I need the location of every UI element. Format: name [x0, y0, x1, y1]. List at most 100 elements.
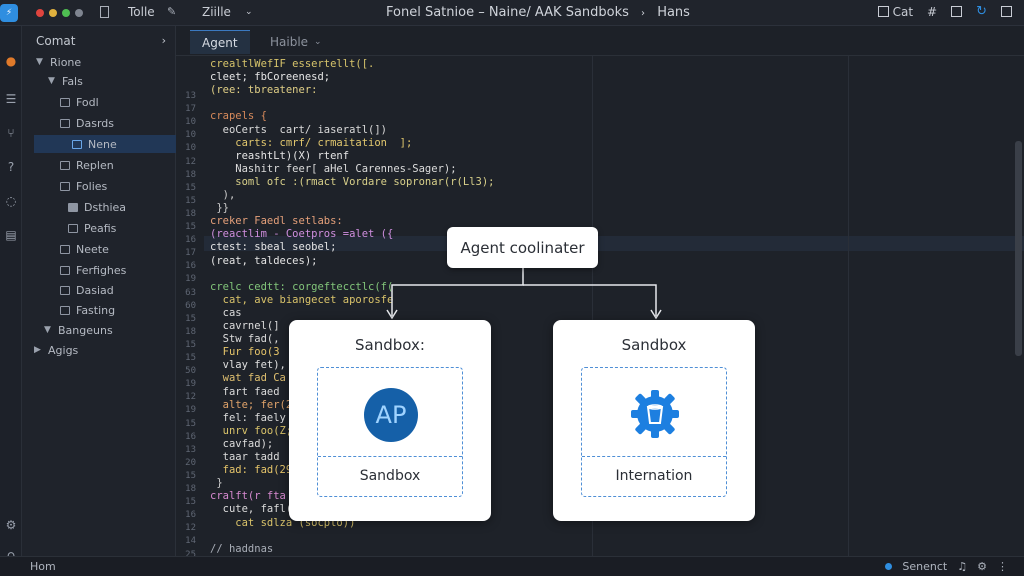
tree-item-file[interactable]: Replen — [60, 156, 114, 174]
settings-small-icon[interactable]: ⚙ — [977, 560, 987, 573]
code-line[interactable]: }} — [210, 202, 229, 214]
firefox-icon[interactable]: ● — [3, 54, 19, 68]
code-line[interactable]: fel: faely — [210, 412, 286, 424]
help-icon[interactable]: ? — [3, 160, 19, 174]
code-line[interactable]: cavfad); — [210, 438, 274, 450]
code-line[interactable]: unrv foo(Z; — [210, 425, 293, 437]
code-line[interactable]: cas — [210, 307, 242, 319]
code-line[interactable]: cat, ave biangecet aporosfe — [210, 294, 394, 306]
line-number: 63 — [185, 287, 196, 298]
line-number: 15 — [185, 353, 196, 363]
layout-icon[interactable] — [951, 6, 963, 17]
chevron-right-icon[interactable]: › — [162, 34, 166, 48]
code-line[interactable]: cavrnel(] — [210, 320, 280, 332]
code-line[interactable]: reashtLt)(X) rtenf — [210, 150, 349, 162]
sidebar-toggle-icon[interactable] — [1001, 6, 1012, 17]
tree-item-file[interactable]: Fodl — [60, 93, 99, 111]
code-line[interactable]: Nashitr feer[ aHel Carennes-Sager); — [210, 163, 456, 175]
tree-item-root[interactable]: ▼ Rione — [36, 53, 81, 71]
edit-icon[interactable]: ✎ — [167, 5, 176, 18]
cast-icon — [877, 6, 889, 17]
cast-label: Cat — [892, 4, 914, 19]
tree-item-folder[interactable]: Dsthiea — [68, 198, 126, 216]
code-line[interactable]: wat fad Ca — [210, 372, 286, 384]
code-line[interactable]: } — [210, 477, 222, 489]
code-line[interactable]: crapels { — [210, 110, 267, 122]
file-icon — [60, 305, 70, 315]
menu-file[interactable]: Tolle — [128, 5, 155, 19]
more-icon[interactable]: ⋮ — [997, 560, 1008, 573]
ap-logo-icon: AP — [364, 388, 418, 442]
tree-item-file[interactable]: Dasrds — [60, 114, 114, 132]
tab-agent[interactable]: Agent — [190, 30, 250, 54]
code-line[interactable]: cute, fafl(L — [210, 503, 299, 515]
code-line[interactable]: (ree: tbreatener: — [210, 84, 317, 96]
breadcrumb[interactable]: Hans — [657, 5, 690, 20]
panel-icon[interactable]: ▤ — [3, 228, 19, 242]
code-line[interactable]: fad: fad(29 — [210, 464, 293, 476]
chat-icon[interactable]: ◌ — [3, 194, 19, 208]
file-icon — [60, 244, 70, 254]
vertical-scrollbar[interactable] — [1015, 141, 1022, 356]
code-line[interactable]: Fur foo(3 — [210, 346, 280, 358]
close-window-dot[interactable] — [36, 8, 44, 17]
agent-coordinator-node[interactable]: Agent coolinater — [447, 227, 598, 268]
tree-item-file[interactable]: Dasiad — [60, 281, 114, 299]
caret-down-icon: ▼ — [48, 76, 55, 86]
code-line[interactable]: taar tadd — [210, 451, 280, 463]
extra-dot[interactable] — [75, 8, 83, 17]
settings-icon[interactable]: ⚙ — [3, 518, 19, 532]
menu-edit[interactable]: Ziille ⌄ — [202, 5, 253, 19]
cast-button[interactable]: Cat — [877, 4, 914, 19]
code-line[interactable]: ctest: sbeal seobel; — [210, 241, 336, 253]
card-inner-label: Internation — [615, 468, 693, 484]
code-line[interactable]: crelc cedtt: corgeftecctlc(f( — [210, 281, 393, 293]
window-controls[interactable] — [36, 8, 83, 17]
tree-item-folder[interactable]: ▶ Agigs — [34, 341, 78, 359]
folder-icon — [68, 202, 78, 212]
code-line[interactable]: cralft(r fta — [210, 490, 286, 502]
code-line[interactable]: // haddnas — [210, 543, 273, 555]
code-line[interactable]: (reactlim - Coetpros =alet ({ — [210, 228, 393, 240]
sync-icon[interactable]: ↻ — [976, 4, 987, 19]
hash-icon[interactable]: # — [927, 5, 937, 19]
code-line[interactable]: (reat, taldeces); — [210, 255, 317, 267]
code-line[interactable]: Stw fad(, — [210, 333, 280, 345]
code-line[interactable]: carts: cmrf/ crmaitation ]; — [210, 137, 412, 149]
code-line[interactable]: cleet; fbCoreenesd; — [210, 71, 330, 83]
sandbox-card-right[interactable]: Sandbox Internation — [553, 320, 755, 521]
code-line[interactable]: fart faed — [210, 386, 280, 398]
file-icon[interactable] — [100, 6, 109, 18]
minimize-window-dot[interactable] — [49, 8, 57, 17]
tree-item-file[interactable]: Folies — [60, 177, 107, 195]
window-title-text: Fonel Satnioe – Naine/ AAK Sandboks — [386, 5, 629, 20]
status-left[interactable]: Hom — [30, 560, 56, 573]
tree-item-file-selected[interactable]: Nene — [34, 135, 176, 153]
code-line[interactable]: crealtlWefIF essertellt([. — [210, 58, 374, 70]
tree-item-label: Dsthiea — [84, 200, 127, 214]
tree-item-file[interactable]: Fasting — [60, 301, 115, 319]
list-icon[interactable]: ☰ — [3, 92, 19, 106]
tab-haible[interactable]: Haible ⌄ — [258, 30, 334, 54]
code-line[interactable]: eoCerts cart/ iaseratl(]) — [210, 124, 387, 136]
code-line[interactable]: creker Faedl setlabs: — [210, 215, 343, 227]
tree-item-folder[interactable]: ▼ Bangeuns — [44, 321, 113, 339]
tree-item-folder[interactable]: ▼ Fals — [48, 72, 83, 90]
line-number: 19 — [185, 379, 196, 390]
code-line[interactable]: alte; fer(2 — [210, 399, 293, 411]
sandbox-card-left[interactable]: Sandbox: AP Sandbox — [289, 320, 491, 521]
maximize-window-dot[interactable] — [62, 8, 70, 17]
window-title: Fonel Satnioe – Naine/ AAK Sandboks › Ha… — [386, 5, 690, 20]
code-line[interactable]: vlay fet), — [210, 359, 286, 371]
bell-icon[interactable]: ♫ — [957, 560, 967, 573]
code-line[interactable]: soml ofc :(rmact Vordare sopronar(r(Ll3)… — [210, 176, 494, 188]
tree-item-file[interactable]: Peafis — [68, 219, 116, 237]
tree-item-file[interactable]: Neete — [60, 240, 109, 258]
tree-item-file[interactable]: Ferfighes — [60, 261, 126, 279]
card-title: Sandbox — [621, 336, 687, 354]
status-right[interactable]: Senenct ♫ ⚙ ⋮ — [885, 560, 1008, 573]
branch-icon[interactable]: ⑂ — [3, 126, 19, 140]
code-line[interactable]: ), — [210, 189, 236, 201]
status-right-label: Senenct — [902, 560, 948, 573]
editor-guide — [848, 56, 849, 556]
